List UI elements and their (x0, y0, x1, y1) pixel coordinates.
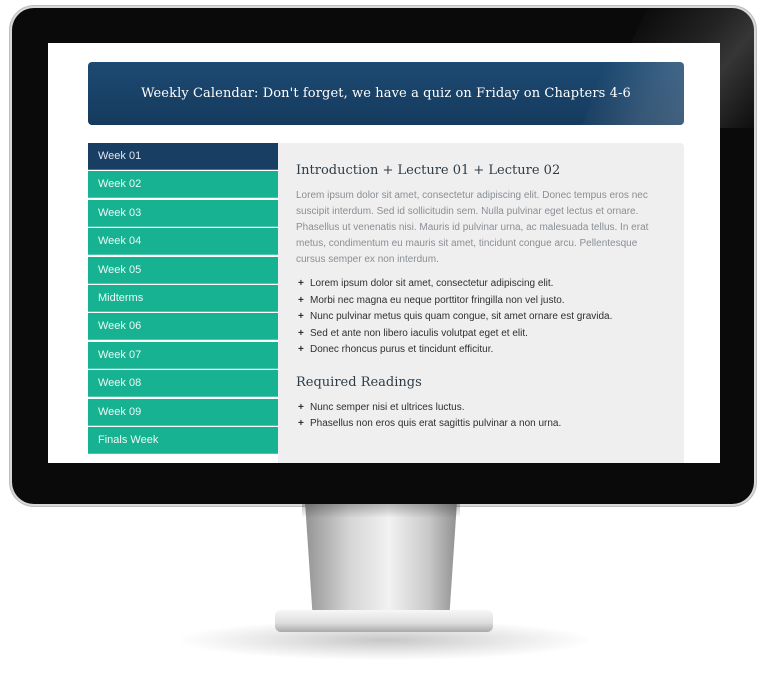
list-item-text: Morbi nec magna eu neque porttitor fring… (310, 294, 565, 306)
list-item-text: Lorem ipsum dolor sit amet, consectetur … (310, 278, 554, 289)
monitor-bezel: Weekly Calendar: Don't forget, we have a… (12, 8, 754, 504)
plus-icon: + (298, 278, 304, 289)
list-item-text: Donec rhoncus purus et tincidunt efficit… (310, 344, 494, 355)
list-item-text: Nunc semper nisi et ultrices luctus. (310, 401, 465, 413)
list-item-text: Nunc pulvinar metus quis quam congue, si… (310, 311, 613, 322)
plus-icon: + (298, 344, 304, 355)
week-content-panel: Introduction + Lecture 01 + Lecture 02 L… (278, 143, 684, 463)
sidebar-item-week-07[interactable]: Week 07 (88, 341, 278, 369)
stand-neck-shade (302, 504, 460, 518)
readings-bullet-list: + Nunc semper nisi et ultrices luctus. + P… (296, 400, 666, 433)
list-item: + Lorem ipsum dolor sit amet, consectetur… (296, 276, 666, 293)
monitor-stand-base (275, 610, 493, 632)
sidebar-item-week-09[interactable]: Week 09 (88, 398, 278, 426)
lecture-bullet-list: + Lorem ipsum dolor sit amet, consectetur… (296, 276, 666, 359)
list-item: + Donec rhoncus purus et tincidunt effici… (296, 342, 666, 359)
readings-title: Required Readings (296, 374, 422, 390)
plus-icon: + (298, 294, 304, 306)
sidebar-item-week-03[interactable]: Week 03 (88, 199, 278, 227)
sidebar-item-finals-week[interactable]: Finals Week (88, 426, 278, 454)
list-item-text: Sed et ante non libero iaculis volutpat … (310, 327, 528, 339)
weekly-calendar-banner: Weekly Calendar: Don't forget, we have a… (88, 62, 684, 125)
sidebar-item-week-08[interactable]: Week 08 (88, 370, 278, 398)
list-item: + Phasellus non eros quis erat sagittis p… (296, 416, 666, 433)
plus-icon: + (298, 327, 304, 339)
list-item: + Sed et ante non libero iaculis volutpat… (296, 326, 666, 343)
list-item-text: Phasellus non eros quis erat sagittis pu… (310, 418, 562, 429)
sidebar-item-week-06[interactable]: Week 06 (88, 313, 278, 341)
plus-icon: + (298, 401, 304, 413)
content-title: Introduction + Lecture 01 + Lecture 02 (296, 163, 561, 178)
sidebar-item-week-05[interactable]: Week 05 (88, 256, 278, 284)
sidebar-item-midterms[interactable]: Midterms (88, 284, 278, 312)
sidebar-item-week-01[interactable]: Week 01 (88, 143, 278, 170)
plus-icon: + (298, 311, 304, 322)
monitor-stand-neck (305, 504, 457, 622)
monitor-screen: Weekly Calendar: Don't forget, we have a… (48, 43, 720, 463)
sidebar-item-week-04[interactable]: Week 04 (88, 228, 278, 256)
week-sidebar: Week 01 Week 02 Week 03 Week 04 Week 05 … (88, 143, 278, 455)
content-paragraph: Lorem ipsum dolor sit amet, consectetur … (296, 190, 649, 265)
list-item: + Morbi nec magna eu neque porttitor frin… (296, 293, 666, 310)
sidebar-item-week-02[interactable]: Week 02 (88, 171, 278, 199)
plus-icon: + (298, 418, 304, 429)
banner-text: Weekly Calendar: Don't forget, we have a… (141, 86, 631, 101)
list-item: + Nunc pulvinar metus quis quam congue, s… (296, 309, 666, 326)
list-item: + Nunc semper nisi et ultrices luctus. (296, 400, 666, 417)
